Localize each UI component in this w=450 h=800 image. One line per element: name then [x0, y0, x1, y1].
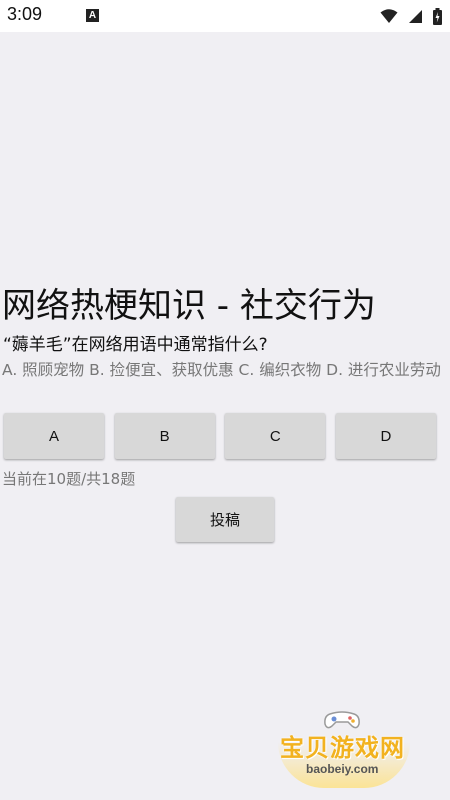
submit-button[interactable]: 投稿 [176, 497, 274, 542]
notification-app-icon: A [86, 9, 99, 22]
answer-buttons: A B C D [4, 413, 436, 459]
system-icons [380, 6, 442, 26]
quiz-title: 网络热梗知识 - 社交行为 [2, 286, 376, 326]
answer-c-button[interactable]: C [225, 413, 326, 459]
wifi-icon [380, 9, 398, 23]
watermark-url: baobeiy.com [306, 762, 379, 776]
signal-icon [409, 10, 422, 23]
answer-a-button[interactable]: A [4, 413, 104, 459]
watermark-name: 宝贝游戏网 [280, 734, 405, 762]
watermark: 宝贝游戏网 baobeiy.com [272, 708, 422, 788]
progress-text: 当前在10题/共18题 [2, 470, 136, 488]
question-text: “薅羊毛”在网络用语中通常指什么? [3, 335, 268, 355]
answer-b-button[interactable]: B [114, 413, 215, 459]
status-bar: 3:09 A [0, 0, 450, 32]
answer-d-button[interactable]: D [335, 413, 436, 459]
battery-icon [433, 7, 442, 25]
options-text: A. 照顾宠物 B. 捡便宜、获取优惠 C. 编织衣物 D. 进行农业劳动 [2, 361, 441, 379]
status-time: 3:09 [7, 4, 43, 24]
